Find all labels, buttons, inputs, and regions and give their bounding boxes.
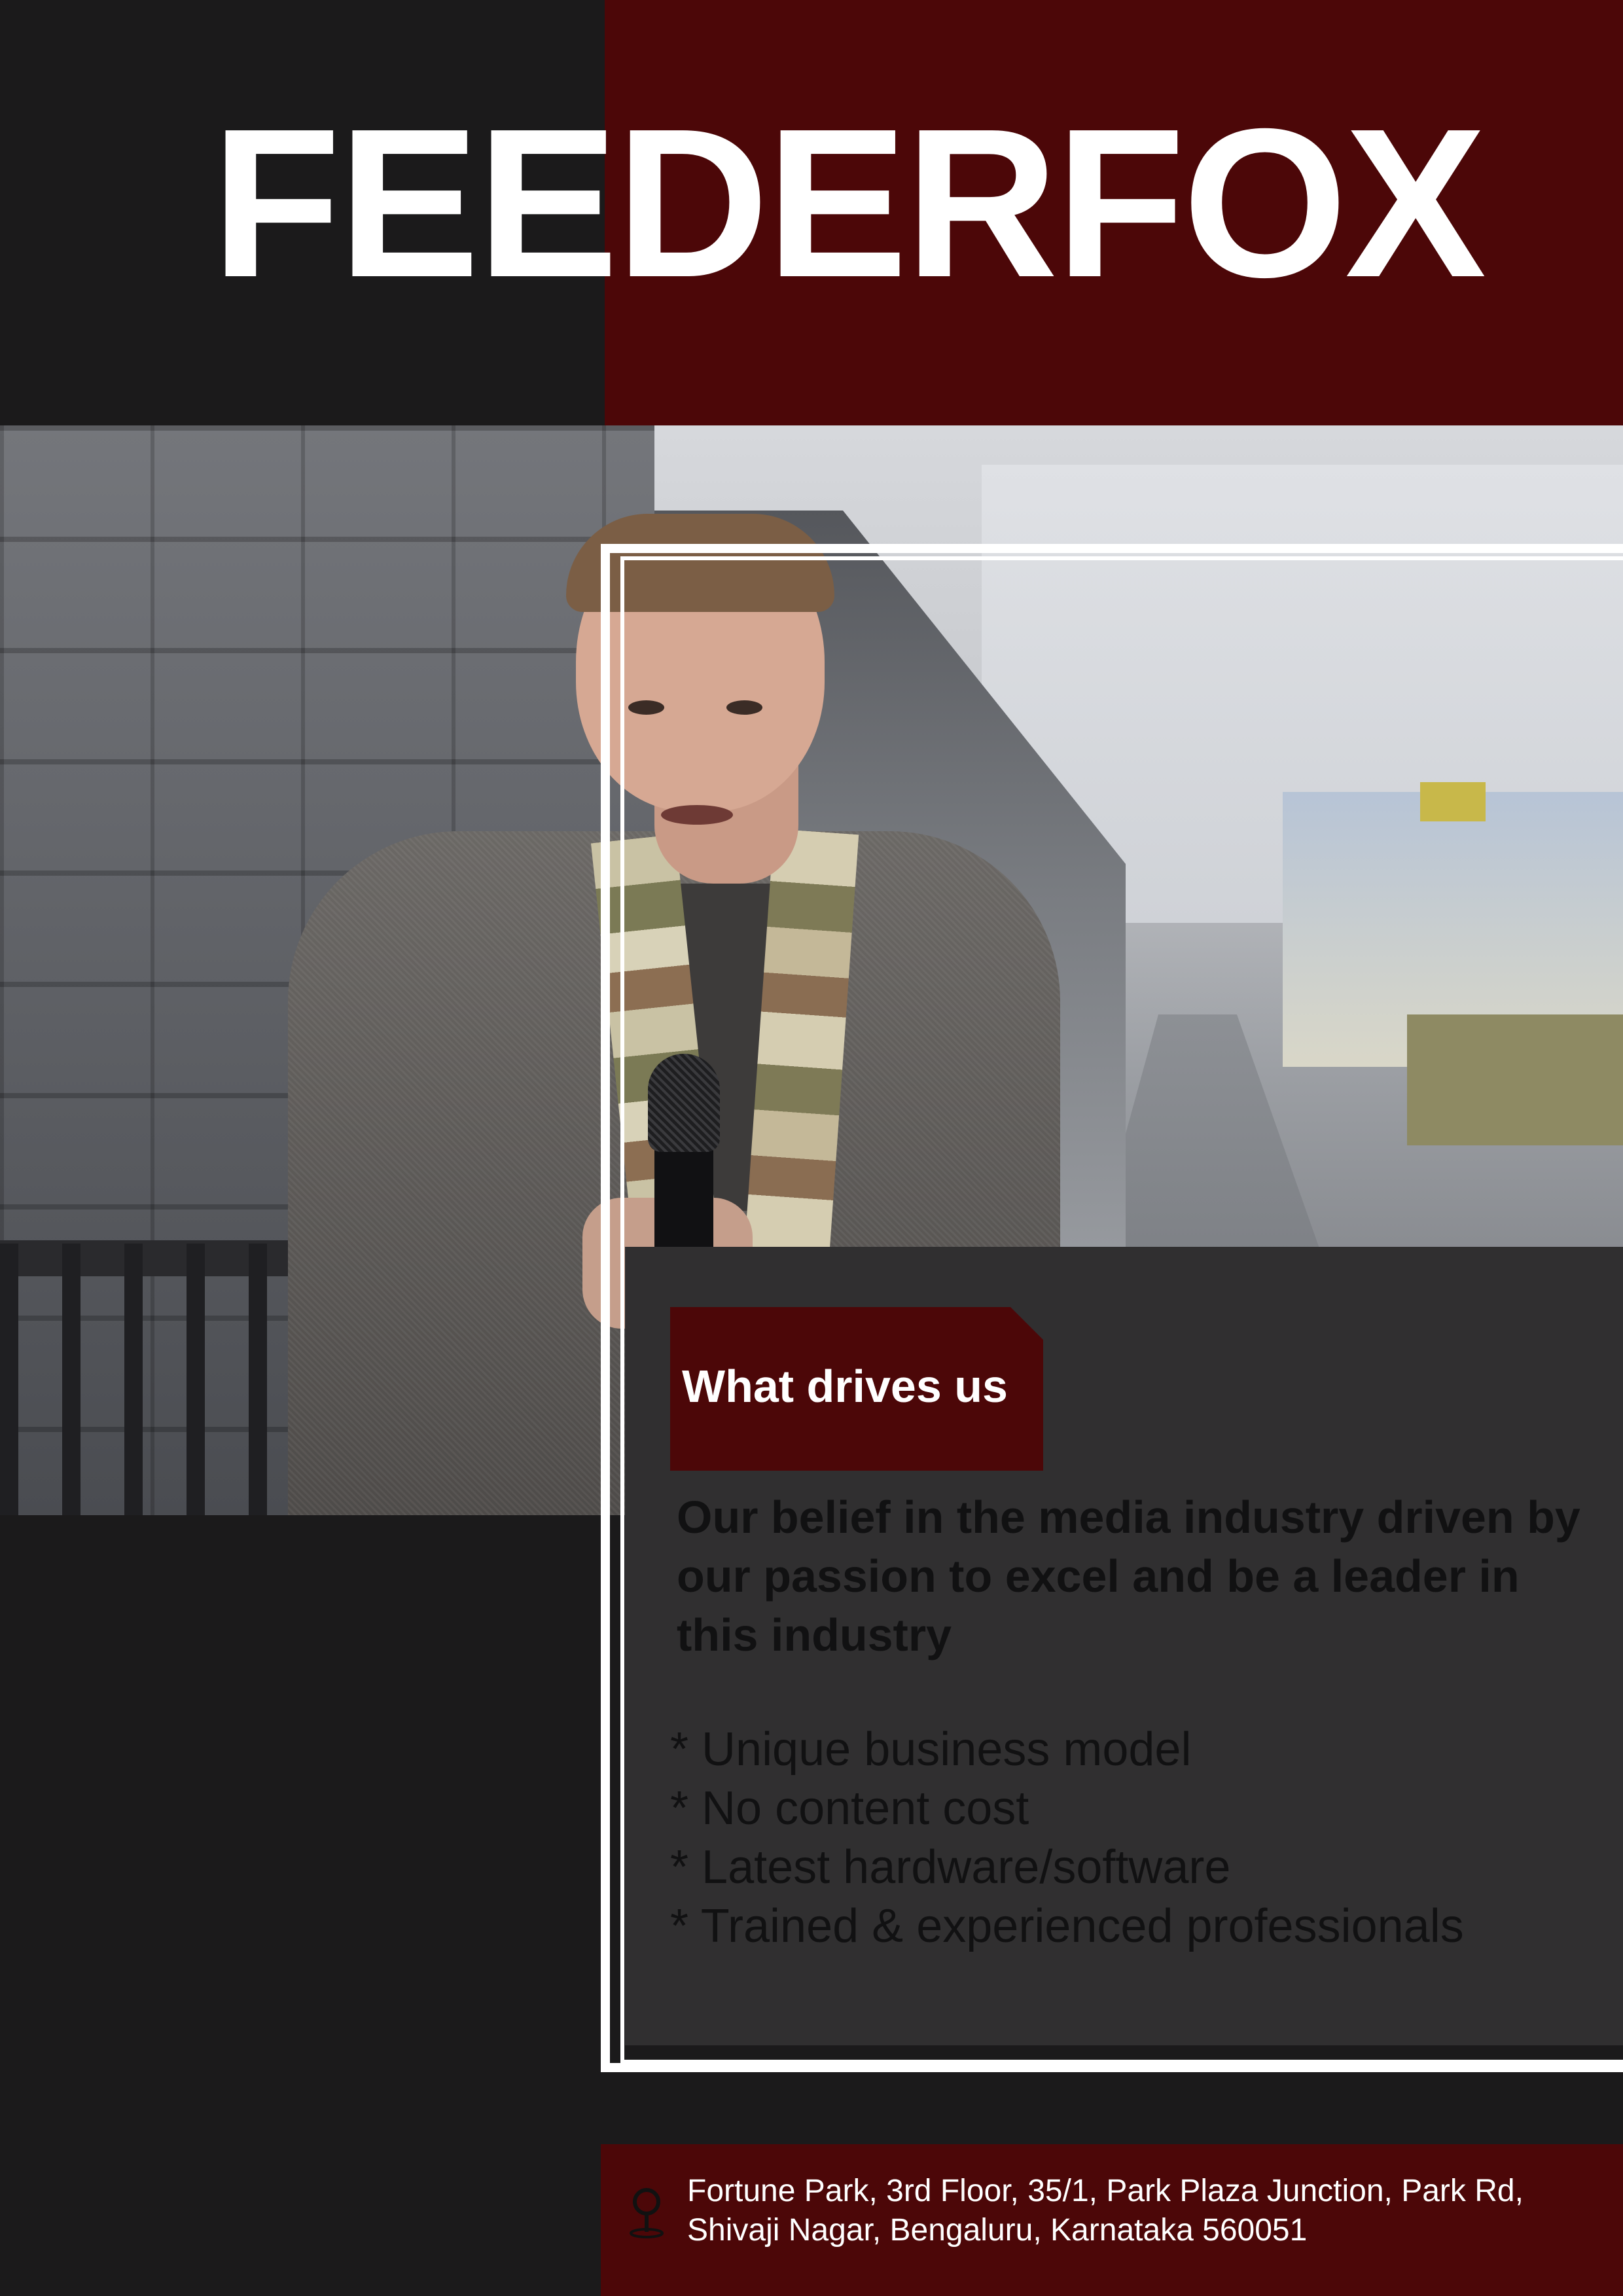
list-item: * No content cost [670,1782,1029,1835]
address-line: Shivaji Nagar, Bengaluru, Karnataka 5600… [687,2213,1308,2248]
belief-line: Our belief in the media industry driven … [677,1492,1580,1543]
footer-address: Fortune Park, 3rd Floor, 35/1, Park Plaz… [687,2172,1524,2250]
section-tag-label: What drives us [682,1361,1008,1412]
list-item: * Unique business model [670,1723,1192,1776]
feature-list: * Unique business model * No content cos… [670,1720,1619,1956]
address-line: Fortune Park, 3rd Floor, 35/1, Park Plaz… [687,2174,1524,2208]
belief-statement: Our belief in the media industry driven … [677,1488,1623,1664]
list-item: * Latest hardware/software [670,1841,1231,1893]
brand-title: FEEDERFOX [211,84,1486,321]
list-item: * Trained & experienced professionals [670,1900,1464,1952]
belief-line: this industry [677,1609,952,1660]
location-pin-icon [630,2188,664,2238]
belief-line: our passion to excel and be a leader in [677,1551,1520,1602]
